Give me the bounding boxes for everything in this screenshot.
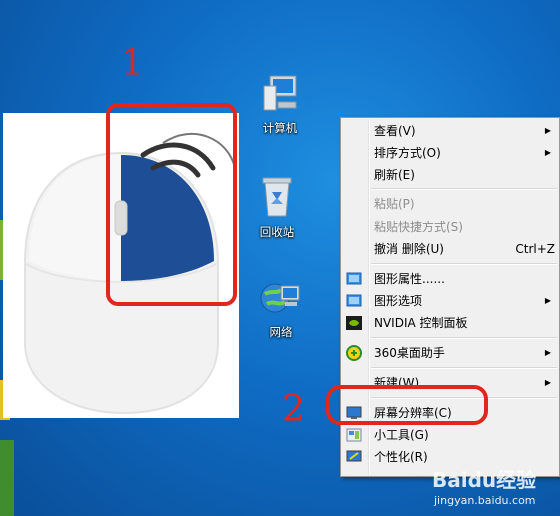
menu-item-label: 360桌面助手: [374, 346, 445, 360]
submenu-arrow-icon: ▶: [544, 378, 551, 387]
menu-item-360-desktop[interactable]: 360桌面助手 ▶: [343, 342, 557, 364]
step-number-2: 2: [282, 389, 305, 430]
submenu-arrow-icon: ▶: [544, 348, 551, 357]
desktop-icon-label: 网络: [269, 325, 293, 339]
menu-item-graphics-options[interactable]: 图形选项 ▶: [343, 290, 557, 312]
menu-separator: [371, 367, 557, 369]
menu-item-label: 图形选项: [374, 294, 423, 308]
desktop-icon-recycle-bin[interactable]: 回收站: [245, 174, 309, 240]
desktop-icon-network[interactable]: 网络: [249, 276, 313, 340]
menu-item-undo-delete[interactable]: 撤消 删除(U) Ctrl+Z: [343, 238, 557, 260]
nvidia-icon: [346, 315, 362, 331]
personalize-icon: [346, 449, 362, 465]
menu-item-gadgets[interactable]: 小工具(G): [343, 424, 557, 446]
network-icon: [260, 283, 300, 313]
menu-item-view[interactable]: 查看(V) ▶: [343, 120, 557, 142]
wallpaper-accent: [0, 440, 14, 516]
360-icon: [346, 345, 362, 361]
menu-item-label: 排序方式(O): [374, 146, 441, 160]
menu-separator: [371, 188, 557, 190]
menu-item-graphics-properties[interactable]: 图形属性......: [343, 268, 557, 290]
menu-item-label: 撤消 删除(U): [374, 242, 444, 256]
menu-item-label: 个性化(R): [374, 450, 428, 464]
desktop-icon-label: 回收站: [259, 225, 295, 239]
menu-item-label: 刷新(E): [374, 168, 415, 182]
menu-item-label: 查看(V): [374, 124, 416, 138]
submenu-arrow-icon: ▶: [544, 126, 551, 135]
menu-item-sort-by[interactable]: 排序方式(O) ▶: [343, 142, 557, 164]
desktop-icon-computer[interactable]: 计算机: [248, 72, 312, 136]
computer-icon: [263, 75, 297, 111]
watermark-url: jingyan.baidu.com: [434, 494, 536, 507]
baidu-watermark: Baidu经验 jingyan.baidu.com: [432, 464, 537, 507]
step-number-1: 1: [121, 43, 144, 84]
menu-item-paste-shortcut: 粘贴快捷方式(S): [343, 216, 557, 238]
desktop-icon-label: 计算机: [262, 121, 298, 135]
screen-resolution-highlight: [326, 385, 488, 425]
menu-item-shortcut: Ctrl+Z: [515, 242, 555, 256]
menu-item-label: 小工具(G): [374, 428, 429, 442]
submenu-arrow-icon: ▶: [544, 148, 551, 157]
gadgets-icon: [346, 427, 362, 443]
right-button-highlight: [106, 103, 237, 306]
recycle-bin-icon: [262, 177, 292, 217]
menu-item-label: 粘贴快捷方式(S): [374, 220, 463, 234]
submenu-arrow-icon: ▶: [544, 296, 551, 305]
menu-item-nvidia-control-panel[interactable]: NVIDIA 控制面板: [343, 312, 557, 334]
menu-separator: [371, 337, 557, 339]
menu-item-refresh[interactable]: 刷新(E): [343, 164, 557, 186]
menu-item-paste: 粘贴(P): [343, 193, 557, 215]
menu-item-label: NVIDIA 控制面板: [374, 316, 468, 330]
menu-item-label: 图形属性......: [374, 272, 445, 286]
intel-graphics-icon: [346, 293, 362, 309]
menu-item-label: 粘贴(P): [374, 197, 415, 211]
baidu-logo: Baidu经验: [432, 468, 537, 492]
menu-separator: [371, 263, 557, 265]
intel-graphics-icon: [346, 271, 362, 287]
